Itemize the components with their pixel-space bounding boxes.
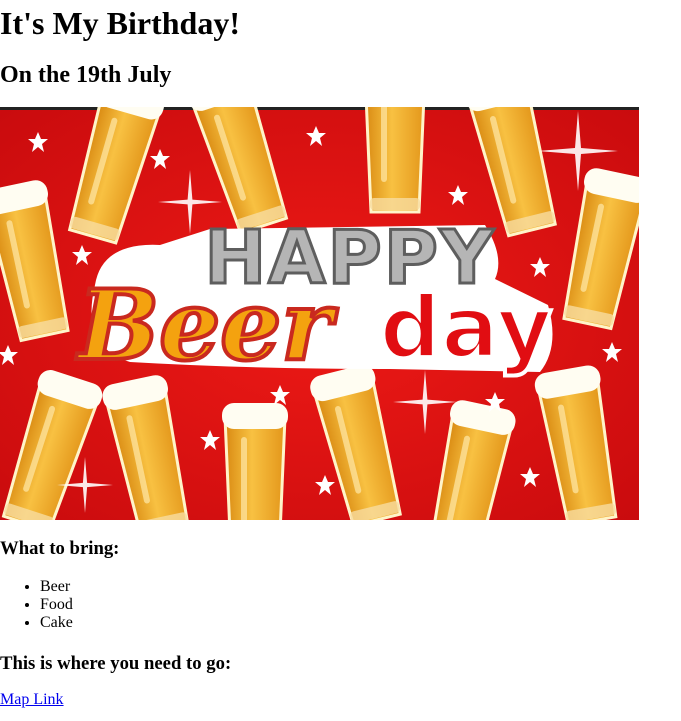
- map-link[interactable]: Map Link: [0, 691, 64, 709]
- svg-text:day: day: [379, 278, 552, 378]
- happy-beerday-banner-image: HAPPY Beer day: [0, 107, 639, 520]
- page-title: It's My Birthday!: [0, 5, 240, 41]
- list-item: Cake: [40, 614, 73, 632]
- bring-list: Beer Food Cake: [0, 578, 73, 632]
- page-subtitle: On the 19th July: [0, 62, 172, 88]
- beer-glass-icon: [360, 107, 430, 214]
- directions-heading: This is where you need to go:: [0, 653, 232, 674]
- bring-heading: What to bring:: [0, 538, 120, 559]
- list-item: Beer: [40, 578, 73, 596]
- list-item: Food: [40, 596, 73, 614]
- beer-glass-icon: [220, 401, 290, 520]
- svg-text:Beer: Beer: [75, 269, 338, 382]
